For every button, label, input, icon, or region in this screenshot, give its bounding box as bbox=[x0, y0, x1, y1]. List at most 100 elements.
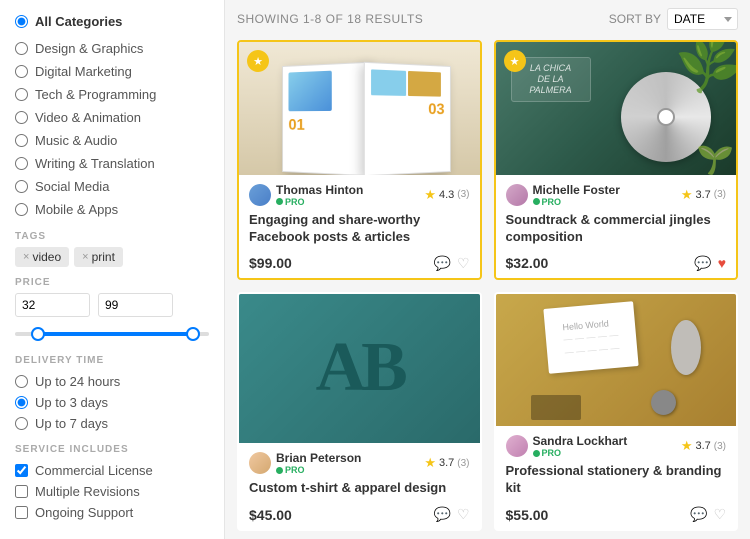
card-2[interactable]: ★ LA CHICADE LAPALMERA 🌿 🌱 Mich bbox=[494, 40, 739, 280]
main-content: SHOWING 1-8 OF 18 RESULTS SORT BY DATE P… bbox=[225, 0, 750, 539]
pro-dot-3 bbox=[276, 467, 283, 474]
main-header: SHOWING 1-8 OF 18 RESULTS SORT BY DATE P… bbox=[237, 8, 738, 30]
card-1-author-name: Thomas Hinton bbox=[276, 183, 363, 197]
card-1-author-details: Thomas Hinton PRO bbox=[276, 183, 363, 207]
sidebar-item-all-categories[interactable]: All Categories bbox=[15, 10, 209, 33]
card-1-body: Thomas Hinton PRO ★ 4.3 (3) Engaging and… bbox=[239, 175, 480, 278]
card-4-footer: $55.00 💬 ♡ bbox=[506, 506, 727, 523]
tag-label: print bbox=[92, 250, 115, 264]
card-2-author-row: Michelle Foster PRO ★ 3.7 (3) bbox=[506, 183, 727, 207]
comment-icon[interactable]: 💬 bbox=[434, 255, 451, 272]
sidebar-item-mobile[interactable]: Mobile & Apps bbox=[15, 198, 209, 221]
comment-icon-2[interactable]: 💬 bbox=[694, 255, 711, 272]
delivery-7days[interactable]: Up to 7 days bbox=[15, 413, 209, 434]
card-1-pro-badge: PRO bbox=[276, 197, 363, 207]
price-max-input[interactable] bbox=[98, 293, 173, 317]
card-1-rating-count: (3) bbox=[457, 189, 469, 200]
card-4-price: $55.00 bbox=[506, 507, 549, 523]
delivery-3days[interactable]: Up to 3 days bbox=[15, 392, 209, 413]
card-3-author-info: Brian Peterson PRO bbox=[249, 451, 361, 475]
slider-thumb-min[interactable] bbox=[31, 327, 45, 341]
tag-remove-icon[interactable]: × bbox=[23, 251, 29, 263]
card-1-image: ★ 01 03 bbox=[239, 42, 480, 175]
slider-thumb-max[interactable] bbox=[186, 327, 200, 341]
book-page-left: 01 bbox=[282, 62, 369, 175]
pro-dot-4 bbox=[533, 450, 540, 457]
delivery-label: Up to 7 days bbox=[35, 416, 108, 431]
tag-print[interactable]: × print bbox=[74, 247, 123, 267]
card-3-avatar bbox=[249, 452, 271, 474]
card-3-actions: 💬 ♡ bbox=[434, 506, 470, 523]
card-2-footer: $32.00 💬 ♥ bbox=[506, 255, 727, 272]
service-section-label: SERVICE INCLUDES bbox=[15, 444, 209, 455]
price-section-label: PRICE bbox=[15, 277, 209, 288]
card-4-rating-value: 3.7 bbox=[695, 440, 710, 452]
sidebar-item-digital-marketing[interactable]: Digital Marketing bbox=[15, 60, 209, 83]
card-2-author-details: Michelle Foster PRO bbox=[533, 183, 620, 207]
card-4[interactable]: Hello World— — — — —— — — — — Sandra Loc… bbox=[494, 292, 739, 532]
card-4-title: Professional stationery & branding kit bbox=[506, 463, 727, 497]
card-2-body: Michelle Foster PRO ★ 3.7 (3) Soundtrack… bbox=[496, 175, 737, 278]
card-3-author-details: Brian Peterson PRO bbox=[276, 451, 361, 475]
sidebar-item-tech[interactable]: Tech & Programming bbox=[15, 83, 209, 106]
card-4-avatar bbox=[506, 435, 528, 457]
service-commercial[interactable]: Commercial License bbox=[15, 460, 209, 481]
card-4-pro-badge: PRO bbox=[533, 448, 628, 458]
card-3[interactable]: AB Brian Peterson PRO ★ bbox=[237, 292, 482, 532]
tags-container: × video × print bbox=[15, 247, 209, 267]
card-3-price: $45.00 bbox=[249, 507, 292, 523]
cd-label-text: LA CHICADE LAPALMERA bbox=[529, 63, 571, 95]
heart-icon-4[interactable]: ♡ bbox=[713, 506, 726, 523]
sidebar-category-label: Writing & Translation bbox=[35, 156, 155, 171]
rating-star-icon-3: ★ bbox=[424, 455, 436, 471]
card-3-author-row: Brian Peterson PRO ★ 3.7 (3) bbox=[249, 451, 470, 475]
sort-select[interactable]: DATE PRICE RATING bbox=[667, 8, 738, 30]
card-2-rating: ★ 3.7 (3) bbox=[681, 187, 726, 203]
card-4-author-details: Sandra Lockhart PRO bbox=[533, 434, 628, 458]
price-slider[interactable] bbox=[15, 325, 209, 343]
sidebar-category-label: Mobile & Apps bbox=[35, 202, 118, 217]
card-3-title: Custom t-shirt & apparel design bbox=[249, 480, 470, 497]
service-label: Ongoing Support bbox=[35, 505, 133, 520]
delivery-section-label: DELIVERY TIME bbox=[15, 355, 209, 366]
tag-video[interactable]: × video bbox=[15, 247, 69, 267]
pro-dot bbox=[276, 198, 283, 205]
sidebar-category-label: Design & Graphics bbox=[35, 41, 143, 56]
card-2-author-name: Michelle Foster bbox=[533, 183, 620, 197]
card-2-rating-count: (3) bbox=[714, 189, 726, 200]
service-revisions[interactable]: Multiple Revisions bbox=[15, 481, 209, 502]
heart-icon-3[interactable]: ♡ bbox=[457, 506, 470, 523]
sort-row: SORT BY DATE PRICE RATING bbox=[609, 8, 738, 30]
service-label: Multiple Revisions bbox=[35, 484, 140, 499]
card-4-rating-count: (3) bbox=[714, 441, 726, 452]
sidebar-item-design[interactable]: Design & Graphics bbox=[15, 37, 209, 60]
rating-star-icon: ★ bbox=[424, 187, 436, 203]
comment-icon-4[interactable]: 💬 bbox=[690, 506, 707, 523]
sidebar-item-writing[interactable]: Writing & Translation bbox=[15, 152, 209, 175]
card-4-author-row: Sandra Lockhart PRO ★ 3.7 (3) bbox=[506, 434, 727, 458]
card-2-rating-value: 3.7 bbox=[695, 189, 710, 201]
card-4-actions: 💬 ♡ bbox=[690, 506, 726, 523]
card-1-footer: $99.00 💬 ♡ bbox=[249, 255, 470, 272]
card-1[interactable]: ★ 01 03 bbox=[237, 40, 482, 280]
sort-label: SORT BY bbox=[609, 12, 661, 26]
card-2-price: $32.00 bbox=[506, 255, 549, 271]
heart-icon[interactable]: ♡ bbox=[457, 255, 470, 272]
rating-star-icon-2: ★ bbox=[681, 187, 693, 203]
card-2-title: Soundtrack & commercial jingles composit… bbox=[506, 212, 727, 246]
comment-icon-3[interactable]: 💬 bbox=[434, 506, 451, 523]
tag-remove-icon[interactable]: × bbox=[82, 251, 88, 263]
sidebar-item-social-media[interactable]: Social Media bbox=[15, 175, 209, 198]
heart-icon-2[interactable]: ♥ bbox=[718, 255, 726, 271]
service-support[interactable]: Ongoing Support bbox=[15, 502, 209, 523]
price-min-input[interactable] bbox=[15, 293, 90, 317]
featured-star-badge-2: ★ bbox=[504, 50, 526, 72]
card-3-body: Brian Peterson PRO ★ 3.7 (3) Custom t-sh… bbox=[239, 443, 480, 529]
delivery-24h[interactable]: Up to 24 hours bbox=[15, 371, 209, 392]
card-4-author-info: Sandra Lockhart PRO bbox=[506, 434, 628, 458]
sidebar-category-label: Music & Audio bbox=[35, 133, 117, 148]
sidebar-category-label: Video & Animation bbox=[35, 110, 141, 125]
sidebar-item-music[interactable]: Music & Audio bbox=[15, 129, 209, 152]
sidebar-item-video[interactable]: Video & Animation bbox=[15, 106, 209, 129]
card-2-actions: 💬 ♥ bbox=[694, 255, 726, 272]
